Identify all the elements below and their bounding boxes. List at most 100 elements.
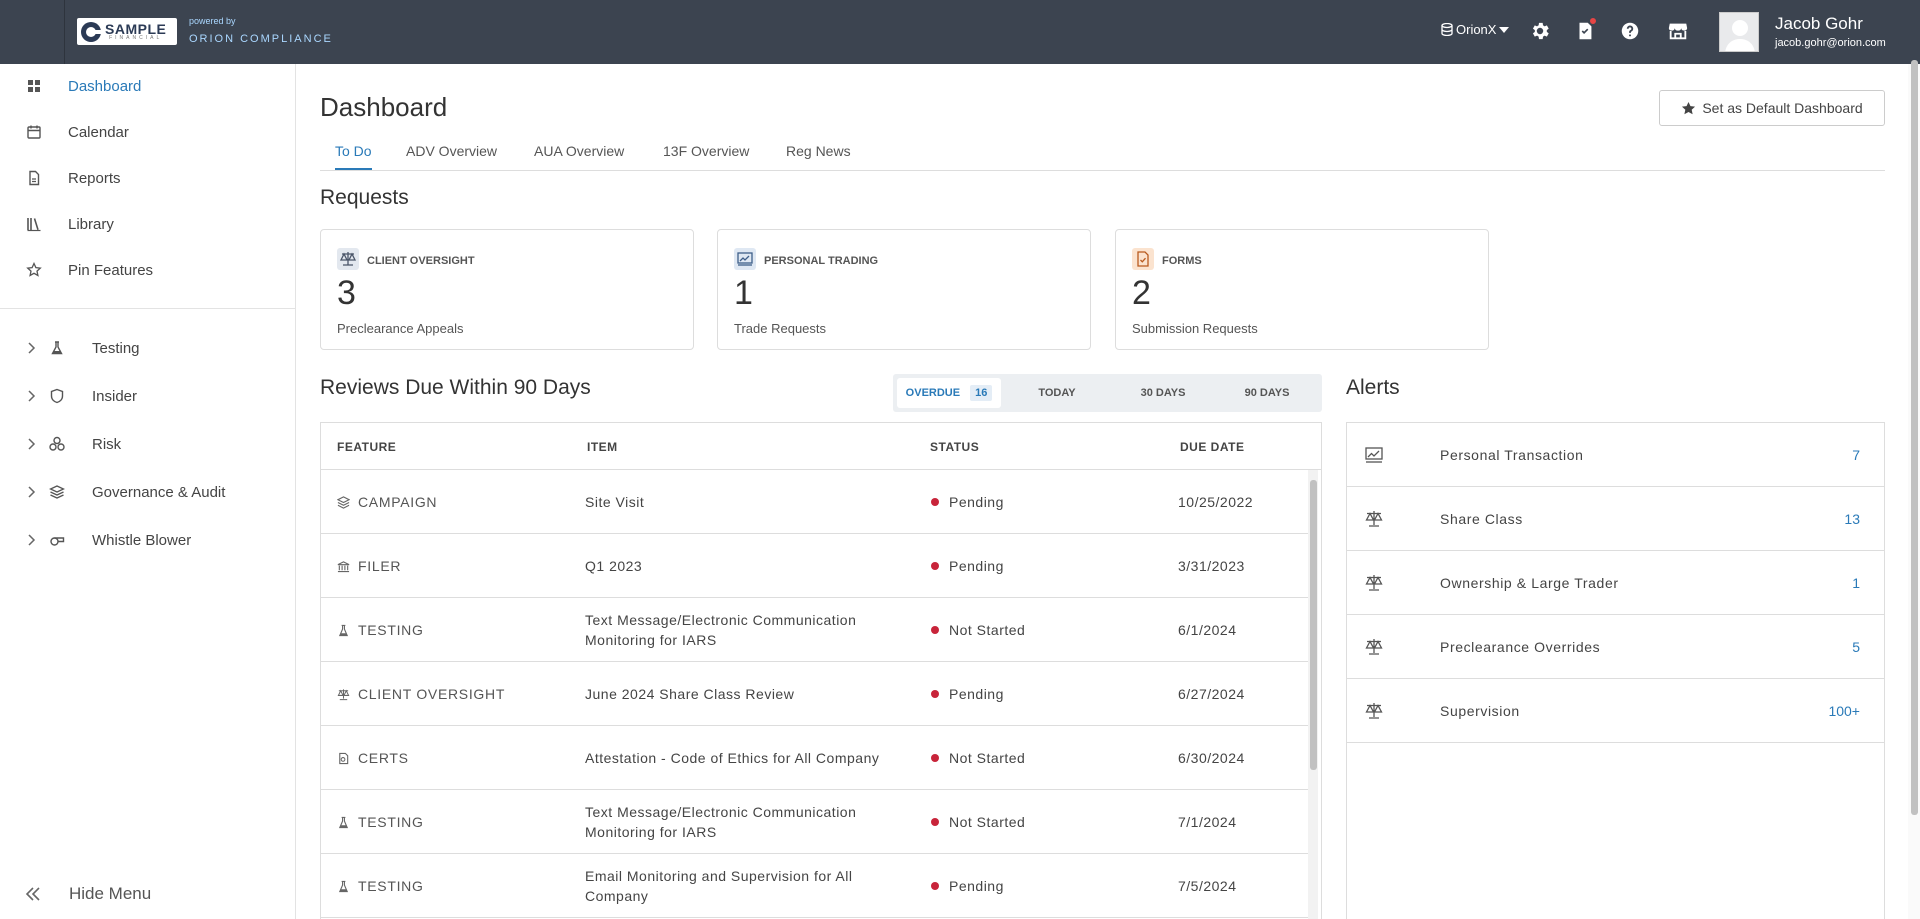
tab-adv-overview[interactable]: ADV Overview	[406, 143, 497, 168]
hide-menu-label: Hide Menu	[69, 884, 152, 903]
sidebar-group-risk[interactable]: Risk	[0, 424, 295, 464]
table-row[interactable]: CERTS Attestation - Code of Ethics for A…	[321, 726, 1308, 790]
avatar[interactable]	[1719, 12, 1759, 52]
tab-aua-overview[interactable]: AUA Overview	[534, 143, 624, 168]
request-card-personal-trading[interactable]: PERSONAL TRADING 1 Trade Requests	[717, 229, 1091, 350]
table-header: FEATURE ITEM STATUS DUE DATE	[321, 423, 1321, 470]
alert-count[interactable]: 1	[1852, 551, 1860, 615]
alert-row-personal-transaction[interactable]: Personal Transaction 7	[1347, 423, 1884, 487]
sidebar-group-governance[interactable]: Governance & Audit	[0, 472, 295, 512]
column-header-due-date[interactable]: DUE DATE	[1180, 440, 1244, 454]
table-scrollbar-thumb[interactable]	[1310, 480, 1317, 770]
filter-30-days[interactable]: 30 DAYS	[1111, 378, 1215, 408]
filter-overdue[interactable]: OVERDUE 16	[897, 378, 1001, 408]
company-logo[interactable]: SAMPLE FINANCIAL	[77, 18, 177, 45]
org-selector[interactable]: OrionX	[1441, 22, 1510, 37]
page-title: Dashboard	[320, 92, 448, 122]
help-icon[interactable]	[1619, 20, 1641, 42]
column-header-item[interactable]: ITEM	[587, 440, 618, 454]
row-feature: TESTING	[358, 622, 424, 638]
sidebar-item-label: Calendar	[68, 123, 129, 141]
gear-icon[interactable]	[1529, 20, 1551, 42]
row-status: Not Started	[949, 750, 1026, 766]
card-count: 3	[337, 274, 356, 312]
row-feature: TESTING	[358, 814, 424, 830]
row-feature: CERTS	[358, 750, 409, 766]
overdue-count-badge: 16	[970, 385, 993, 401]
store-icon[interactable]	[1667, 20, 1689, 42]
alert-row-ownership[interactable]: Ownership & Large Trader 1	[1347, 551, 1884, 615]
row-status: Pending	[949, 558, 1004, 574]
column-header-feature[interactable]: FEATURE	[337, 440, 396, 454]
scale-icon	[1365, 703, 1383, 719]
trading-icon	[1365, 447, 1383, 463]
status-dot	[931, 690, 939, 698]
alert-label: Preclearance Overrides	[1440, 639, 1601, 655]
column-header-status[interactable]: STATUS	[930, 440, 979, 454]
alert-row-share-class[interactable]: Share Class 13	[1347, 487, 1884, 551]
user-name[interactable]: Jacob Gohr	[1775, 14, 1863, 34]
logo-text: SAMPLE	[105, 21, 167, 37]
table-row[interactable]: CLIENT OVERSIGHT June 2024 Share Class R…	[321, 662, 1308, 726]
sidebar-group-label: Whistle Blower	[92, 531, 192, 549]
flask-icon	[338, 880, 349, 892]
table-row[interactable]: CAMPAIGN Site Visit Pending 10/25/2022	[321, 470, 1308, 534]
status-dot	[931, 754, 939, 762]
row-feature: CAMPAIGN	[358, 494, 438, 510]
sidebar-item-pin-features[interactable]: Pin Features	[0, 250, 295, 290]
status-dot	[931, 498, 939, 506]
sidebar-group-testing[interactable]: Testing	[0, 328, 295, 368]
card-category: FORMS	[1162, 255, 1202, 267]
request-card-client-oversight[interactable]: CLIENT OVERSIGHT 3 Preclearance Appeals	[320, 229, 694, 350]
sidebar-item-label: Dashboard	[68, 77, 142, 95]
scale-icon	[337, 688, 350, 700]
tab-13f-overview[interactable]: 13F Overview	[663, 143, 749, 168]
alert-count[interactable]: 5	[1852, 615, 1860, 679]
user-silhouette-icon	[1725, 20, 1755, 51]
sidebar-item-calendar[interactable]: Calendar	[0, 112, 295, 152]
sidebar-item-dashboard[interactable]: Dashboard	[0, 66, 295, 106]
status-dot	[931, 818, 939, 826]
filter-today[interactable]: TODAY	[1005, 378, 1109, 408]
sidebar-group-insider[interactable]: Insider	[0, 376, 295, 416]
table-row[interactable]: FILER Q1 2023 Pending 3/31/2023	[321, 534, 1308, 598]
page-scrollbar-thumb[interactable]	[1911, 60, 1918, 815]
alert-count[interactable]: 7	[1852, 423, 1860, 487]
hide-menu-button[interactable]: Hide Menu	[0, 876, 295, 912]
row-due-date: 7/5/2024	[1178, 878, 1237, 894]
row-feature: CLIENT OVERSIGHT	[358, 686, 506, 702]
alert-row-preclearance-overrides[interactable]: Preclearance Overrides 5	[1347, 615, 1884, 679]
row-item: Text Message/Electronic Communication Mo…	[585, 612, 857, 648]
topbar-divider	[64, 0, 65, 64]
sidebar-item-reports[interactable]: Reports	[0, 158, 295, 198]
alert-count[interactable]: 13	[1844, 487, 1860, 551]
filter-90-days[interactable]: 90 DAYS	[1215, 378, 1319, 408]
chevron-right-icon	[28, 438, 36, 450]
dashboard-tabs: To Do ADV Overview AUA Overview 13F Over…	[320, 138, 1885, 171]
flask-icon	[338, 816, 349, 828]
alert-count[interactable]: 100+	[1828, 679, 1860, 743]
table-row[interactable]: TESTING Email Monitoring and Supervision…	[321, 854, 1308, 918]
row-status: Pending	[949, 878, 1004, 894]
alert-label: Share Class	[1440, 511, 1523, 527]
card-label: Submission Requests	[1132, 321, 1258, 336]
risk-icon	[49, 436, 65, 451]
row-item: Q1 2023	[585, 558, 643, 574]
scale-icon	[1365, 639, 1383, 655]
table-row[interactable]: TESTING Text Message/Electronic Communic…	[321, 790, 1308, 854]
row-due-date: 3/31/2023	[1178, 558, 1245, 574]
alert-row-supervision[interactable]: Supervision 100+	[1347, 679, 1884, 743]
row-status: Pending	[949, 494, 1004, 510]
tab-reg-news[interactable]: Reg News	[786, 143, 851, 168]
set-default-dashboard-button[interactable]: Set as Default Dashboard	[1659, 90, 1885, 126]
database-icon	[1441, 23, 1453, 36]
sidebar-group-whistle-blower[interactable]: Whistle Blower	[0, 520, 295, 560]
sidebar-item-library[interactable]: Library	[0, 204, 295, 244]
reviews-title: Reviews Due Within 90 Days	[320, 376, 591, 399]
tab-to-do[interactable]: To Do	[335, 143, 372, 170]
flask-icon	[338, 624, 349, 636]
trading-icon	[734, 248, 756, 270]
request-card-forms[interactable]: FORMS 2 Submission Requests	[1115, 229, 1489, 350]
table-row[interactable]: TESTING Text Message/Electronic Communic…	[321, 598, 1308, 662]
user-email: jacob.gohr@orion.com	[1775, 37, 1886, 49]
